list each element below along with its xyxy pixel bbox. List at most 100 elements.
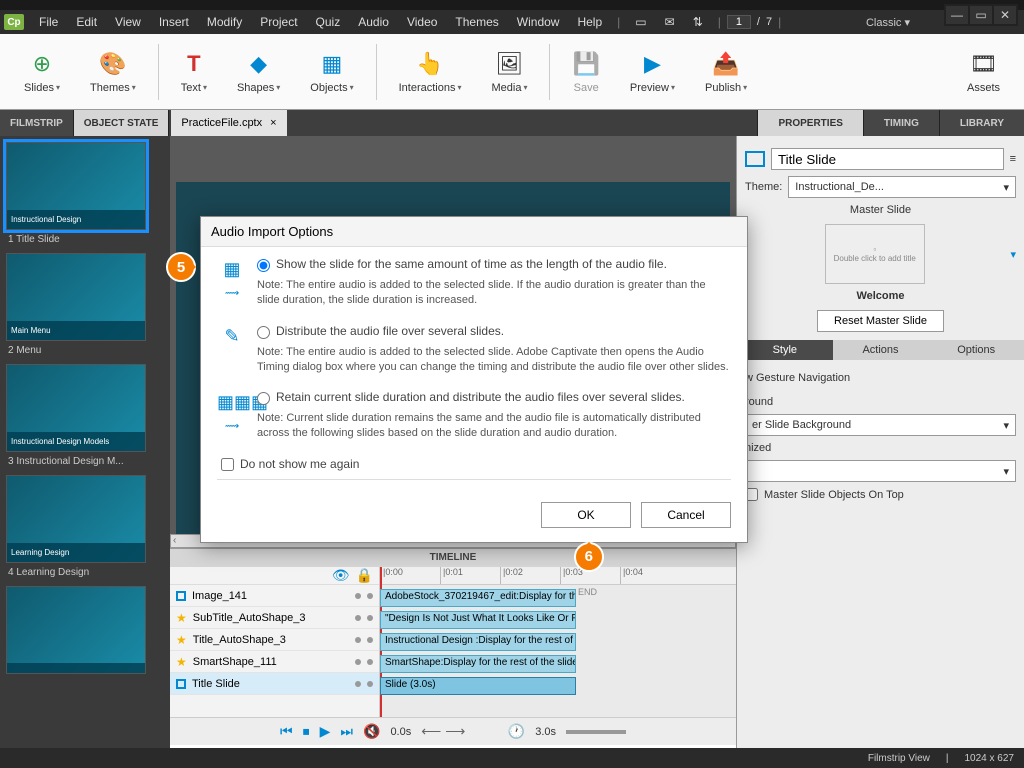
workspace-dropdown[interactable]: Classic ▾ xyxy=(856,14,920,31)
menu-project[interactable]: Project xyxy=(251,12,306,32)
ribbon-interactions[interactable]: 👆Interactions xyxy=(385,46,476,98)
timeline-tracks[interactable]: |0:00|0:01|0:02|0:03|0:04 END AdobeStock… xyxy=(380,567,736,717)
master-name: Welcome xyxy=(745,290,1016,302)
menu-file[interactable]: File xyxy=(30,12,67,32)
ok-button[interactable]: OK xyxy=(541,502,631,528)
tab-object-state[interactable]: OBJECT STATE xyxy=(74,110,170,136)
timeline-layer[interactable]: Image_141 xyxy=(170,585,379,607)
menu-video[interactable]: Video xyxy=(398,12,446,32)
background-dropdown[interactable]: er Slide Background▾ xyxy=(745,414,1016,436)
close-button[interactable]: ✕ xyxy=(994,6,1016,24)
option3-radio[interactable] xyxy=(257,392,270,405)
sync-icon[interactable]: ⇅ xyxy=(684,12,712,32)
timeline-layer[interactable]: ★SubTitle_AutoShape_3 xyxy=(170,607,379,629)
master-slide-label: Master Slide xyxy=(745,204,1016,216)
option3-icon: ▦▦▦⟿ xyxy=(217,390,247,441)
mail-icon[interactable]: ✉ xyxy=(656,12,684,32)
tl-time-start: 0.0s xyxy=(390,726,411,738)
cancel-button[interactable]: Cancel xyxy=(641,502,731,528)
dialog-title: Audio Import Options xyxy=(201,217,747,247)
ribbon-save: 💾Save xyxy=(558,46,613,98)
master-chevron-icon[interactable]: ▾ xyxy=(1010,248,1016,261)
close-tab-icon[interactable]: × xyxy=(270,117,276,129)
menu-themes[interactable]: Themes xyxy=(446,12,507,32)
menu-window[interactable]: Window xyxy=(508,12,569,32)
timeline-panel: TIMELINE 👁 🔒 Image_141★SubTitle_AutoShape… xyxy=(170,548,736,748)
timeline-controls: ⏮ ⏹ ▶ ⏭ 🔇 0.0s ⟵ ⟶ 🕐 3.0s xyxy=(170,717,736,745)
ribbon-publish[interactable]: 📤Publish xyxy=(691,46,761,98)
timeline-bar[interactable]: SmartShape:Display for the rest of the s… xyxy=(380,655,576,673)
ribbon-text[interactable]: TText xyxy=(167,46,221,98)
props-menu-icon[interactable]: ≡ xyxy=(1010,153,1016,165)
tl-play-icon[interactable]: ▶ xyxy=(320,723,331,740)
menu-audio[interactable]: Audio xyxy=(349,12,398,32)
filmstrip-slide[interactable]: Learning Design4 Learning Design xyxy=(6,475,164,580)
timeline-layer[interactable]: ★SmartShape_111 xyxy=(170,651,379,673)
subtab-style[interactable]: Style xyxy=(737,340,833,360)
timeline-bar[interactable]: "Design Is Not Just What It Looks Like O… xyxy=(380,611,576,629)
menu-edit[interactable]: Edit xyxy=(67,12,106,32)
tl-fwd-icon[interactable]: ⏭ xyxy=(340,723,353,740)
page-sep: / xyxy=(757,16,760,28)
filmstrip-panel[interactable]: Instructional Design1 Title SlideMain Me… xyxy=(0,136,170,748)
ribbon-slides[interactable]: ⊕Slides xyxy=(10,46,74,98)
do-not-show-checkbox[interactable] xyxy=(221,458,234,471)
subtab-options[interactable]: Options xyxy=(928,340,1024,360)
tab-timing[interactable]: TIMING xyxy=(863,110,939,136)
filmstrip-slide[interactable]: Instructional Design Models3 Instruction… xyxy=(6,364,164,469)
timeline-layer[interactable]: ★Title_AutoShape_3 xyxy=(170,629,379,651)
tl-rewind-icon[interactable]: ⏮ xyxy=(280,723,293,740)
tab-library[interactable]: LIBRARY xyxy=(939,110,1024,136)
lock-icon[interactable]: 🔒 xyxy=(356,567,373,584)
menu-quiz[interactable]: Quiz xyxy=(307,12,350,32)
tab-strip: FILMSTRIP OBJECT STATE PracticeFile.cptx… xyxy=(0,110,1024,136)
timeline-layer-list: 👁 🔒 Image_141★SubTitle_AutoShape_3★Title_… xyxy=(170,567,380,717)
customized-dropdown[interactable]: ▾ xyxy=(745,460,1016,482)
audio-import-dialog: Audio Import Options ▦⟿ Show the slide f… xyxy=(200,216,748,543)
subtab-actions[interactable]: Actions xyxy=(833,340,929,360)
ribbon-assets[interactable]: 🎞Assets xyxy=(953,46,1014,98)
tab-filmstrip[interactable]: FILMSTRIP xyxy=(0,110,74,136)
theme-dropdown[interactable]: Instructional_De...▾ xyxy=(788,176,1016,198)
maximize-button[interactable]: ▭ xyxy=(970,6,992,24)
timeline-bar[interactable]: AdobeStock_370219467_edit:Display for th… xyxy=(380,589,576,607)
ribbon-preview[interactable]: ▶Preview xyxy=(616,46,689,98)
timeline-header: TIMELINE xyxy=(170,549,736,567)
theme-label: Theme: xyxy=(745,181,782,193)
option1-radio[interactable] xyxy=(257,259,270,272)
timeline-end-label: END xyxy=(578,587,597,597)
tab-properties[interactable]: PROPERTIES xyxy=(757,110,862,136)
properties-panel: ≡ Theme: Instructional_De...▾ Master Sli… xyxy=(736,136,1024,748)
eye-icon[interactable]: 👁 xyxy=(332,567,350,584)
tl-zoom-slider[interactable] xyxy=(566,730,626,734)
option1-icon: ▦⟿ xyxy=(217,257,247,308)
minimize-button[interactable]: — xyxy=(946,6,968,24)
status-size: 1024 x 627 xyxy=(965,753,1015,764)
menu-help[interactable]: Help xyxy=(568,12,611,32)
document-tab[interactable]: PracticeFile.cptx× xyxy=(171,110,286,136)
master-slide-preview[interactable]: ▫Double click to add title xyxy=(825,224,925,284)
page-current-input[interactable] xyxy=(727,15,751,29)
option2-radio[interactable] xyxy=(257,326,270,339)
slide-type-icon xyxy=(745,151,765,167)
background-label: round xyxy=(745,390,1016,414)
ribbon-themes[interactable]: 🎨Themes xyxy=(76,46,150,98)
ribbon-objects[interactable]: ▦Objects xyxy=(296,46,367,98)
menu-insert[interactable]: Insert xyxy=(150,12,198,32)
timeline-bar[interactable]: Slide (3.0s) xyxy=(380,677,576,695)
filmstrip-slide[interactable]: Main Menu2 Menu xyxy=(6,253,164,358)
timeline-layer[interactable]: Title Slide xyxy=(170,673,379,695)
tl-stop-icon[interactable]: ⏹ xyxy=(303,723,310,740)
ribbon-media[interactable]: 🖼Media xyxy=(477,46,541,98)
timeline-bar[interactable]: Instructional Design :Display for the re… xyxy=(380,633,576,651)
menu-view[interactable]: View xyxy=(106,12,150,32)
menu-modify[interactable]: Modify xyxy=(198,12,251,32)
filmstrip-slide[interactable] xyxy=(6,586,164,680)
slide-name-input[interactable] xyxy=(771,148,1004,170)
tl-mute-icon[interactable]: 🔇 xyxy=(363,723,380,740)
filmstrip-slide[interactable]: Instructional Design1 Title Slide xyxy=(6,142,164,247)
reset-master-button[interactable]: Reset Master Slide xyxy=(817,310,944,332)
tl-clock-icon: 🕐 xyxy=(508,723,525,740)
ribbon-shapes[interactable]: ◆Shapes xyxy=(223,46,294,98)
screen-icon[interactable]: ▭ xyxy=(626,12,655,32)
